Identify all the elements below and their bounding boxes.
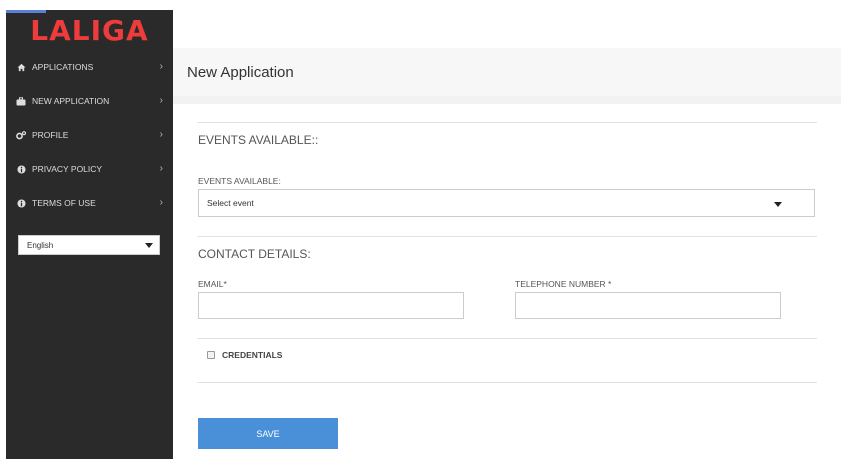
sidebar-item-label: NEW APPLICATION [32,96,110,106]
sidebar: LALIGA APPLICATIONS › NEW APPLICATION › … [6,10,173,459]
divider [197,236,817,237]
sidebar-item-profile[interactable]: PROFILE › [6,118,173,152]
telephone-field[interactable] [515,292,781,319]
divider [197,338,817,339]
info-icon [16,198,26,208]
event-select-value: Select event [207,198,254,208]
logo-text: LALIGA [30,13,149,47]
caret-down-icon [145,243,153,248]
laliga-logo[interactable]: LALIGA [6,10,173,50]
language-select-value: English [27,240,54,250]
info-icon [16,164,26,174]
sidebar-item-new-application[interactable]: NEW APPLICATION › [6,84,173,118]
sidebar-item-label: TERMS OF USE [32,198,96,208]
sidebar-item-label: PROFILE [32,130,69,140]
chevron-right-icon: › [159,129,163,140]
chevron-right-icon: › [159,95,163,106]
page-header: New Application [173,48,841,97]
chevron-right-icon: › [159,197,163,208]
credentials-label[interactable]: CREDENTIALS [222,350,282,360]
sidebar-item-label: APPLICATIONS [32,62,94,72]
main-content [183,104,841,459]
events-section-title: EVENTS AVAILABLE:: [198,133,319,147]
events-label: EVENTS AVAILABLE: [198,176,281,186]
chevron-right-icon: › [159,61,163,72]
telephone-label: TELEPHONE NUMBER * [515,279,612,289]
credentials-checkbox[interactable] [207,351,215,359]
chevron-right-icon: › [159,163,163,174]
sidebar-item-applications[interactable]: APPLICATIONS › [6,50,173,84]
home-icon [16,62,26,72]
sidebar-nav: APPLICATIONS › NEW APPLICATION › PROFILE… [6,50,173,220]
event-select[interactable]: Select event [198,189,815,217]
save-button[interactable]: SAVE [198,418,338,449]
page-title: New Application [187,64,294,81]
contact-section-title: CONTACT DETAILS: [198,247,311,261]
email-field[interactable] [198,292,464,319]
gears-icon [16,130,26,140]
divider [197,122,817,123]
sidebar-item-terms-of-use[interactable]: TERMS OF USE › [6,186,173,220]
sidebar-item-privacy-policy[interactable]: PRIVACY POLICY › [6,152,173,186]
email-label: EMAIL* [198,279,227,289]
sidebar-item-label: PRIVACY POLICY [32,164,103,174]
caret-down-icon [774,202,782,207]
header-divider-strip [173,96,841,104]
briefcase-icon [16,96,26,106]
language-select[interactable]: English [18,235,160,255]
divider [197,382,817,383]
